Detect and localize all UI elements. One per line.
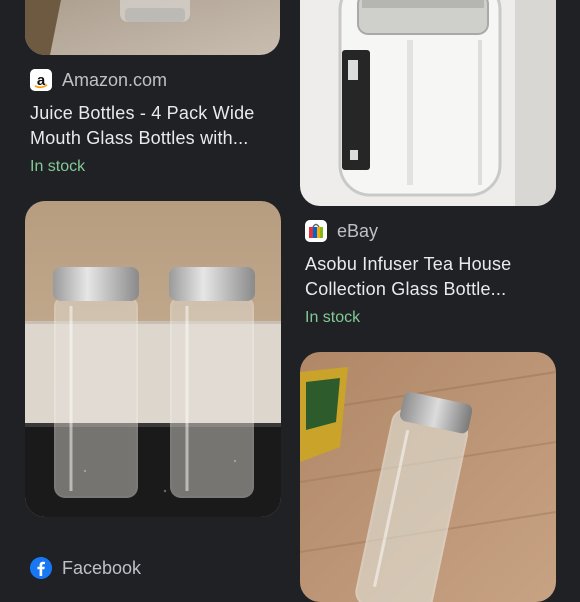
amazon-logo-icon: a <box>30 69 52 91</box>
result-source-amazon[interactable]: a Amazon.com <box>30 69 167 91</box>
source-name: Amazon.com <box>62 69 168 90</box>
title-line: Collection Glass Bottle... <box>305 279 507 299</box>
jar-on-table-photo <box>300 352 556 602</box>
result-source-ebay[interactable]: eBay <box>305 220 378 242</box>
source-name: eBay <box>337 220 379 241</box>
title-line: Mouth Glass Bottles with... <box>30 128 249 148</box>
title-line: Juice Bottles - 4 Pack Wide <box>30 103 255 123</box>
product-image-bottom-right[interactable] <box>300 352 556 602</box>
carpet-jar-photo <box>25 0 280 55</box>
product-image-top-right[interactable] <box>300 0 556 206</box>
facebook-logo-icon <box>30 557 52 579</box>
title-line: Asobu Infuser Tea House <box>305 254 512 274</box>
availability-label: In stock <box>305 309 361 326</box>
availability-label: In stock <box>30 158 86 175</box>
source-name: Facebook <box>62 557 142 578</box>
ebay-bag-icon <box>305 220 327 242</box>
result-source-facebook[interactable]: Facebook <box>30 557 141 579</box>
result-title[interactable]: Asobu Infuser Tea House Collection Glass… <box>305 252 560 302</box>
product-image-top-left[interactable] <box>25 0 280 55</box>
glass-jars-photo <box>25 201 281 517</box>
product-image-left[interactable] <box>25 201 281 517</box>
tea-bottle-photo <box>300 0 556 206</box>
result-title[interactable]: Juice Bottles - 4 Pack Wide Mouth Glass … <box>30 101 285 151</box>
